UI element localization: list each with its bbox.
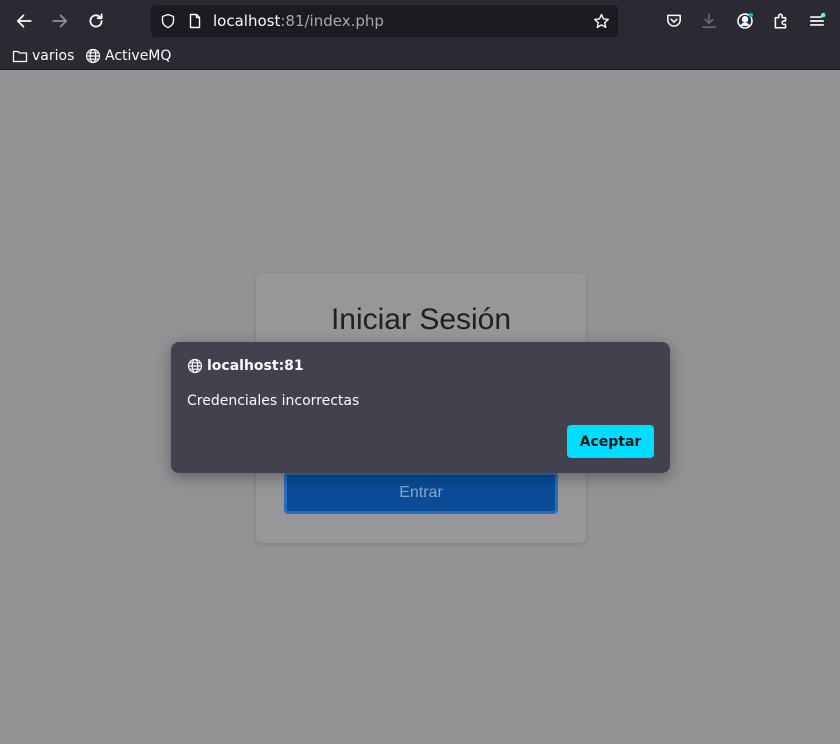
url-bar[interactable]: localhost:81/index.php [151, 5, 618, 37]
globe-icon [85, 48, 101, 64]
url-text[interactable]: localhost:81/index.php [213, 12, 384, 30]
alert-dialog: localhost:81 Credenciales incorrectas Ac… [171, 342, 670, 473]
bookmark-varios[interactable]: varios [12, 47, 74, 65]
bookmark-activemq[interactable]: ActiveMQ [85, 47, 171, 65]
shield-icon[interactable] [159, 12, 177, 30]
reload-button[interactable] [82, 7, 110, 35]
url-path: :81/index.php [280, 12, 384, 30]
arrow-left-icon [16, 14, 32, 28]
bookmark-label: varios [32, 48, 75, 64]
back-button[interactable] [10, 7, 38, 35]
browser-toolbar: localhost:81/index.php [0, 0, 840, 42]
bookmark-star-icon[interactable] [592, 12, 610, 30]
hamburger-menu-icon [809, 12, 826, 26]
forward-button[interactable] [46, 7, 74, 35]
dialog-message: Credenciales incorrectas [187, 393, 360, 409]
accept-button[interactable]: Aceptar [567, 425, 654, 458]
bookmark-label: ActiveMQ [105, 48, 172, 64]
globe-icon [187, 358, 203, 374]
dialog-origin: localhost:81 [187, 357, 304, 375]
pocket-icon [667, 14, 681, 27]
account-button[interactable] [731, 7, 759, 35]
page-title: Iniciar Sesión [330, 303, 512, 336]
folder-icon [12, 50, 28, 63]
url-host: localhost [213, 12, 281, 30]
downloads-button[interactable] [695, 7, 723, 35]
dialog-origin-label: localhost:81 [207, 358, 304, 374]
account-icon [737, 12, 754, 29]
arrow-right-icon [52, 14, 68, 28]
submit-button[interactable]: Entrar [284, 472, 558, 514]
download-icon [702, 13, 716, 28]
puzzle-icon [774, 13, 787, 29]
pocket-button[interactable] [660, 7, 688, 35]
menu-button[interactable] [803, 7, 831, 35]
extensions-button[interactable] [767, 7, 795, 35]
page-icon[interactable] [186, 12, 204, 30]
reload-icon [89, 13, 103, 28]
